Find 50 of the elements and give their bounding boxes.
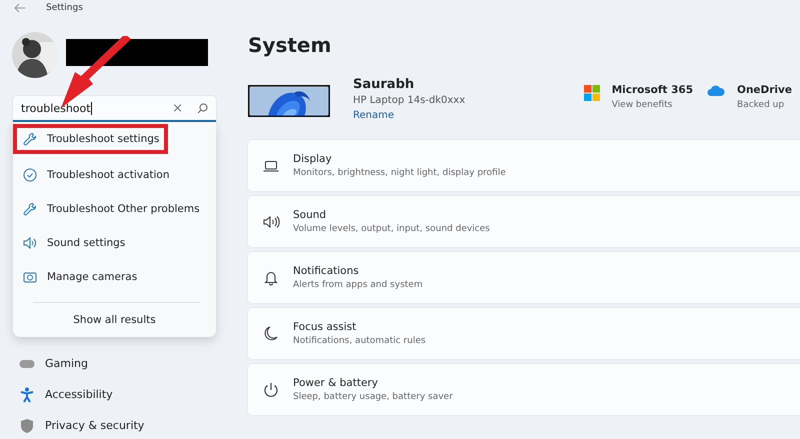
- laptop-icon: [262, 160, 280, 172]
- sidebar-item[interactable]: Accessibility: [0, 379, 232, 410]
- device-model: HP Laptop 14s-dk0xxx: [353, 94, 466, 108]
- sidebar-item[interactable]: Gaming: [0, 348, 232, 379]
- search-result[interactable]: Manage cameras: [13, 260, 216, 294]
- service-status: View benefits: [612, 99, 674, 112]
- settings-card[interactable]: Notifications Alerts from apps and system: [248, 252, 800, 303]
- setting-description: Notifications, automatic rules: [293, 334, 426, 348]
- wrench-icon: [23, 132, 37, 146]
- service-title[interactable]: Microsoft 365: [612, 83, 694, 98]
- device-name: Saurabh: [353, 76, 416, 94]
- setting-title: Power & battery: [293, 376, 379, 390]
- search-result[interactable]: Troubleshoot Other problems: [13, 192, 216, 226]
- check-circle-icon: [23, 168, 37, 182]
- setting-description: Volume levels, output, input, sound devices: [293, 222, 490, 236]
- rename-link[interactable]: Rename: [353, 108, 466, 124]
- setting-description: Alerts from apps and system: [293, 278, 423, 292]
- settings-card[interactable]: Power & battery Sleep, battery usage, battery saver: [248, 364, 800, 415]
- setting-description: Sleep, battery usage, battery saver: [293, 390, 453, 404]
- sidebar-item[interactable]: Privacy & security: [0, 410, 232, 439]
- cloud-icon: [707, 85, 726, 96]
- setting-title: Notifications: [293, 264, 360, 278]
- search-field[interactable]: troubleshoot ×: [13, 96, 216, 122]
- setting-title: Sound: [293, 208, 328, 222]
- wrench-icon: [23, 202, 37, 216]
- moon-icon: [262, 326, 280, 342]
- search-icon[interactable]: [197, 102, 208, 114]
- settings-card[interactable]: Focus assist Notifications, automatic rules: [248, 308, 800, 359]
- window-title: Settings: [46, 2, 83, 14]
- bell-icon: [262, 270, 280, 286]
- power-icon: [262, 382, 280, 398]
- speaker-icon: [262, 214, 280, 228]
- speaker-icon: [23, 236, 37, 250]
- setting-title: Display: [293, 152, 333, 166]
- page-title: System: [248, 33, 332, 57]
- setting-description: Monitors, brightness, night light, display profile: [293, 166, 506, 180]
- settings-card[interactable]: Display Monitors, brightness, night light, display profile: [248, 140, 800, 191]
- setting-title: Focus assist: [293, 320, 358, 334]
- service-status: Backed up: [737, 99, 786, 112]
- camera-icon: [23, 270, 37, 284]
- search-result[interactable]: Sound settings: [13, 226, 216, 260]
- clear-button[interactable]: ×: [172, 100, 183, 116]
- service-title[interactable]: OneDrive: [737, 83, 792, 98]
- shield-icon: [19, 418, 35, 434]
- person-icon: [19, 386, 35, 402]
- search-result[interactable]: Troubleshoot settings: [13, 124, 168, 154]
- show-all-results-button[interactable]: Show all results: [13, 303, 216, 326]
- search-result[interactable]: Troubleshoot activation: [13, 158, 216, 192]
- tiles-icon: [584, 85, 600, 101]
- settings-card[interactable]: Sound Volume levels, output, input, sound devices: [248, 196, 800, 247]
